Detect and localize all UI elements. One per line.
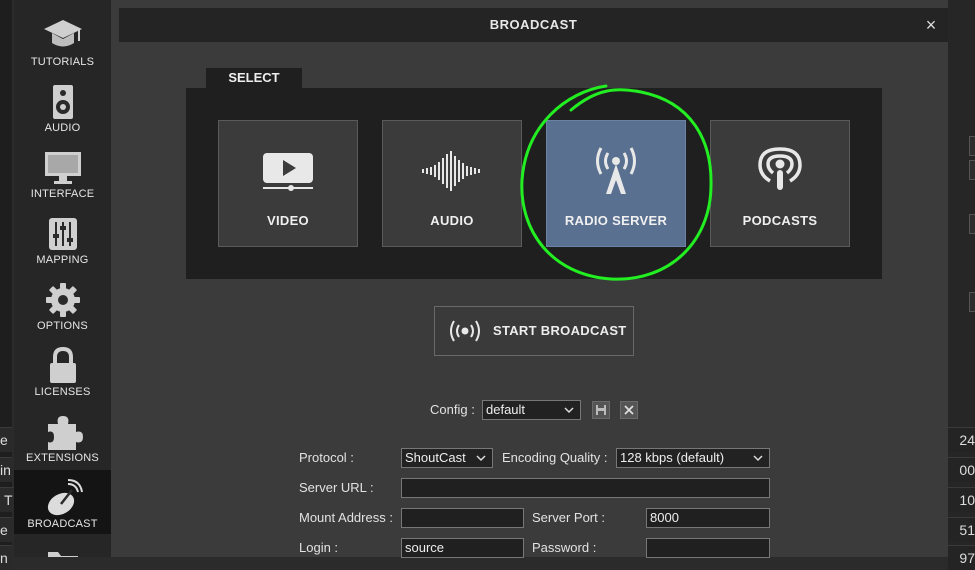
server-url-input[interactable] bbox=[401, 478, 770, 498]
encoding-quality-value: 128 kbps (default) bbox=[620, 450, 725, 465]
radio-tower-icon bbox=[596, 147, 636, 194]
monitor-icon bbox=[45, 152, 81, 184]
sidebar-item-tutorials[interactable]: TUTORIALS bbox=[14, 8, 111, 72]
broadcast-waves-icon bbox=[450, 320, 480, 342]
background-left-edge: e in T e n bbox=[0, 0, 16, 570]
sidebar-item-label: EXTENSIONS bbox=[26, 452, 99, 464]
select-tab[interactable]: SELECT bbox=[206, 68, 302, 88]
protocol-select[interactable]: ShoutCast bbox=[401, 448, 493, 468]
lock-icon bbox=[50, 346, 76, 383]
option-label: AUDIO bbox=[430, 213, 474, 228]
settings-sidebar: TUTORIALS AUDIO INTERFACE MAPPING OPTION… bbox=[14, 0, 111, 557]
background-row-fragment: 10 bbox=[948, 487, 975, 512]
background-right-edge: 24 00 10 51 97 bbox=[948, 0, 975, 570]
server-port-label: Server Port : bbox=[532, 510, 605, 525]
option-video[interactable]: VIDEO bbox=[218, 120, 358, 247]
server-url-label: Server URL : bbox=[299, 480, 374, 495]
start-broadcast-label: START BROADCAST bbox=[493, 323, 627, 338]
password-input[interactable] bbox=[646, 538, 770, 558]
config-label: Config : bbox=[430, 402, 475, 417]
sidebar-item-label: TUTORIALS bbox=[30, 56, 95, 68]
speaker-icon bbox=[53, 85, 73, 119]
background-row-fragment: 24 bbox=[948, 427, 975, 452]
video-play-icon bbox=[263, 153, 313, 191]
broadcast-dialog: BROADCAST × SELECT VIDEO AUDIO RADIO SER… bbox=[111, 0, 948, 558]
config-select[interactable]: default bbox=[482, 400, 581, 420]
sidebar-item-label: LICENSES bbox=[34, 386, 91, 398]
save-config-button[interactable] bbox=[592, 401, 610, 419]
dialog-titlebar: BROADCAST × bbox=[119, 8, 948, 42]
chevron-down-icon bbox=[476, 455, 486, 462]
encoding-quality-label: Encoding Quality : bbox=[502, 450, 608, 465]
sidebar-item-mapping[interactable]: MAPPING bbox=[14, 206, 111, 270]
sidebar-item-label: OPTIONS bbox=[37, 320, 88, 332]
protocol-label: Protocol : bbox=[299, 450, 354, 465]
sidebar-item-broadcast[interactable]: BROADCAST bbox=[14, 470, 111, 534]
encoding-quality-select[interactable]: 128 kbps (default) bbox=[616, 448, 770, 468]
config-select-value: default bbox=[486, 402, 526, 417]
option-label: PODCASTS bbox=[742, 213, 818, 228]
sidebar-item-licenses[interactable]: LICENSES bbox=[14, 338, 111, 402]
close-icon bbox=[624, 405, 634, 415]
gear-icon bbox=[46, 283, 80, 317]
podcast-icon bbox=[758, 147, 802, 190]
option-podcasts[interactable]: PODCASTS bbox=[710, 120, 850, 247]
background-control bbox=[969, 292, 975, 312]
background-row-fragment: n bbox=[0, 545, 12, 570]
password-label: Password : bbox=[532, 540, 597, 555]
login-input[interactable]: source bbox=[401, 538, 524, 558]
waveform-icon bbox=[422, 151, 480, 191]
server-port-input[interactable]: 8000 bbox=[646, 508, 770, 528]
sidebar-item-extensions[interactable]: EXTENSIONS bbox=[14, 404, 111, 468]
mount-address-label: Mount Address : bbox=[299, 510, 393, 525]
option-audio[interactable]: AUDIO bbox=[382, 120, 522, 247]
delete-config-button[interactable] bbox=[620, 401, 638, 419]
background-row-fragment: in bbox=[0, 457, 12, 482]
puzzle-icon bbox=[48, 416, 83, 450]
background-row-fragment: 51 bbox=[948, 517, 975, 542]
background-row-fragment: e bbox=[0, 427, 12, 452]
background-row-fragment: 00 bbox=[948, 457, 975, 482]
graduation-cap-icon bbox=[44, 20, 82, 47]
sidebar-item-options[interactable]: OPTIONS bbox=[14, 272, 111, 336]
chevron-down-icon bbox=[753, 455, 763, 462]
sidebar-item-partial[interactable] bbox=[14, 536, 111, 557]
sidebar-item-label: INTERFACE bbox=[30, 188, 95, 200]
broadcast-type-panel: VIDEO AUDIO RADIO SERVER PODCASTS bbox=[186, 88, 882, 279]
sliders-icon bbox=[49, 218, 77, 250]
sidebar-item-label: MAPPING bbox=[36, 254, 89, 266]
save-icon bbox=[596, 405, 606, 415]
dialog-title: BROADCAST bbox=[489, 17, 578, 32]
background-row-fragment: e bbox=[0, 517, 12, 542]
sidebar-item-interface[interactable]: INTERFACE bbox=[14, 140, 111, 204]
background-control bbox=[969, 214, 975, 234]
start-broadcast-button[interactable]: START BROADCAST bbox=[434, 306, 634, 356]
background-row-fragment: 97 bbox=[948, 545, 975, 570]
background-control bbox=[969, 136, 975, 156]
sidebar-item-label: BROADCAST bbox=[27, 518, 98, 530]
close-button[interactable]: × bbox=[920, 14, 942, 36]
chevron-down-icon bbox=[564, 407, 574, 414]
option-radio-server[interactable]: RADIO SERVER bbox=[546, 120, 686, 247]
sidebar-item-label: AUDIO bbox=[44, 122, 81, 134]
login-label: Login : bbox=[299, 540, 339, 555]
sidebar-item-audio[interactable]: AUDIO bbox=[14, 74, 111, 138]
mount-address-input[interactable] bbox=[401, 508, 524, 528]
option-label: RADIO SERVER bbox=[564, 213, 668, 228]
option-label: VIDEO bbox=[267, 213, 309, 228]
background-control bbox=[969, 160, 975, 180]
satellite-dish-icon bbox=[47, 479, 83, 516]
protocol-select-value: ShoutCast bbox=[405, 450, 466, 465]
folder-icon bbox=[48, 552, 78, 557]
